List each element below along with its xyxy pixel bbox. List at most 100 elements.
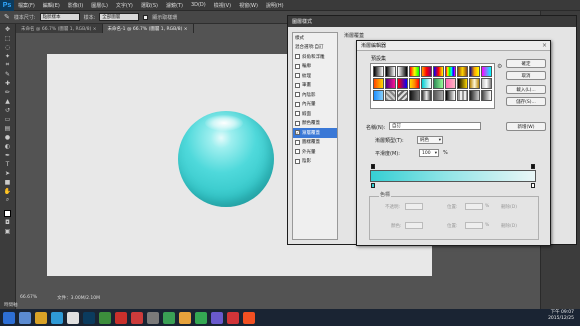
color-stop-left[interactable] bbox=[371, 183, 375, 188]
lasso-tool-icon[interactable]: ◌ bbox=[4, 43, 12, 51]
gradient-preset-swatch[interactable] bbox=[421, 78, 432, 89]
menu-3d[interactable]: 3D(D) bbox=[187, 2, 210, 8]
style-item[interactable]: 顏色覆蓋 bbox=[293, 119, 337, 129]
app-purple-icon[interactable] bbox=[211, 311, 223, 324]
line-icon[interactable] bbox=[195, 311, 207, 324]
gradient-preset-swatch[interactable] bbox=[397, 90, 408, 101]
gradient-preview-bar[interactable] bbox=[370, 170, 536, 182]
gradient-preset-swatch[interactable] bbox=[385, 66, 396, 77]
pen-tool-icon[interactable]: ✒ bbox=[4, 151, 12, 159]
crop-tool-icon[interactable]: ⌗ bbox=[4, 61, 12, 69]
save-button[interactable]: 儲存(S)... bbox=[506, 97, 546, 106]
name-field[interactable]: 自訂 bbox=[389, 122, 481, 130]
style-item-checkbox[interactable] bbox=[295, 63, 300, 69]
menu-view[interactable]: 檢視(V) bbox=[210, 2, 235, 9]
style-item[interactable]: 緞面 bbox=[293, 109, 337, 119]
style-item[interactable]: 斜角和浮雕 bbox=[293, 52, 337, 62]
gradient-preset-swatch[interactable] bbox=[385, 78, 396, 89]
gradient-preset-swatch[interactable] bbox=[397, 78, 408, 89]
style-item[interactable]: ✓ 漸層覆蓋 bbox=[293, 128, 337, 138]
shape-tool-icon[interactable]: ■ bbox=[4, 178, 12, 186]
style-item-checkbox[interactable]: ✓ bbox=[295, 130, 300, 136]
menu-help[interactable]: 說明(H) bbox=[262, 2, 288, 9]
start-icon[interactable] bbox=[3, 311, 15, 324]
zoom-tool-icon[interactable]: ⌕ bbox=[4, 196, 12, 204]
gradient-preset-swatch[interactable] bbox=[373, 66, 384, 77]
office-icon[interactable] bbox=[243, 311, 255, 324]
app-gray-icon[interactable] bbox=[147, 311, 159, 324]
style-item-checkbox[interactable] bbox=[295, 111, 300, 117]
gradient-preset-swatch[interactable] bbox=[409, 66, 420, 77]
marquee-tool-icon[interactable]: ⬚ bbox=[4, 34, 12, 42]
move-tool-icon[interactable]: ✥ bbox=[4, 25, 12, 33]
style-item-checkbox[interactable] bbox=[295, 101, 300, 107]
style-item-checkbox[interactable] bbox=[295, 82, 300, 88]
opacity-stop-left[interactable] bbox=[371, 164, 375, 169]
load-button[interactable]: 載入(L)... bbox=[506, 85, 546, 94]
show-ring-checkbox[interactable] bbox=[143, 14, 149, 20]
menu-file[interactable]: 檔案(F) bbox=[14, 2, 39, 9]
dodge-tool-icon[interactable]: ◐ bbox=[4, 142, 12, 150]
gradient-type-select[interactable]: 純色 ▾ bbox=[417, 136, 443, 144]
app-green-icon[interactable] bbox=[163, 311, 175, 324]
style-item[interactable]: 陰影 bbox=[293, 157, 337, 167]
photoshop-taskbar-icon[interactable] bbox=[83, 311, 95, 324]
new-button[interactable]: 新增(W) bbox=[506, 122, 546, 131]
healing-tool-icon[interactable]: ✚ bbox=[4, 79, 12, 87]
quick-select-tool-icon[interactable]: ✦ bbox=[4, 52, 12, 60]
stamp-tool-icon[interactable]: ▲ bbox=[4, 97, 12, 105]
gradient-preset-swatch[interactable] bbox=[469, 90, 480, 101]
style-item[interactable]: 紋理 bbox=[293, 71, 337, 81]
media-icon[interactable] bbox=[115, 311, 127, 324]
style-item-checkbox[interactable] bbox=[295, 149, 300, 155]
menu-edit[interactable]: 編輯(E) bbox=[39, 2, 64, 9]
gradient-preset-swatch[interactable] bbox=[373, 78, 384, 89]
menu-window[interactable]: 視窗(W) bbox=[235, 2, 262, 9]
app-icon[interactable] bbox=[99, 311, 111, 324]
style-item[interactable]: 混合選項:自訂 bbox=[293, 43, 337, 53]
gradient-preset-swatch[interactable] bbox=[457, 78, 468, 89]
style-item-checkbox[interactable] bbox=[295, 73, 300, 79]
foreground-color-swatch[interactable] bbox=[4, 210, 11, 217]
explorer-icon[interactable] bbox=[19, 311, 31, 324]
color-stop-right[interactable] bbox=[531, 183, 535, 188]
gradient-preset-swatch[interactable] bbox=[433, 66, 444, 77]
gradient-preset-swatch[interactable] bbox=[433, 78, 444, 89]
screen-mode-icon[interactable]: ▣ bbox=[4, 227, 12, 235]
presets-menu-gear-icon[interactable]: ⚙ bbox=[497, 63, 502, 70]
gradient-preset-swatch[interactable] bbox=[373, 90, 384, 101]
style-item-checkbox[interactable] bbox=[295, 120, 300, 126]
gradient-preset-swatch[interactable] bbox=[481, 78, 492, 89]
smoothness-input[interactable]: 100 ▾ bbox=[419, 149, 439, 157]
gradient-preset-swatch[interactable] bbox=[421, 66, 432, 77]
style-item[interactable]: 內陰影 bbox=[293, 90, 337, 100]
eyedropper-tool-icon[interactable]: ✎ bbox=[4, 13, 10, 21]
eyedropper-tool-icon[interactable]: ✎ bbox=[4, 70, 12, 78]
close-icon[interactable]: × bbox=[542, 42, 547, 49]
gradient-preset-swatch[interactable] bbox=[409, 78, 420, 89]
menu-type[interactable]: 文字(Y) bbox=[112, 2, 137, 9]
style-item[interactable]: 樣式 bbox=[293, 33, 337, 43]
style-item[interactable]: 圖樣覆蓋 bbox=[293, 138, 337, 148]
app-red2-icon[interactable] bbox=[227, 311, 239, 324]
gradient-preset-swatch[interactable] bbox=[457, 66, 468, 77]
gradient-preset-swatch[interactable] bbox=[481, 90, 492, 101]
gradient-preset-swatch[interactable] bbox=[445, 90, 456, 101]
style-item[interactable]: 內光暈 bbox=[293, 100, 337, 110]
cancel-button[interactable]: 取消 bbox=[506, 71, 546, 80]
zoom-level[interactable]: 66.67% bbox=[20, 295, 37, 300]
menu-layer[interactable]: 圖層(L) bbox=[87, 2, 112, 9]
style-item[interactable]: 筆畫 bbox=[293, 81, 337, 91]
ie-icon[interactable] bbox=[51, 311, 63, 324]
lock-icon[interactable] bbox=[67, 311, 79, 324]
menu-filter[interactable]: 濾鏡(T) bbox=[162, 2, 187, 9]
style-item[interactable]: 外光暈 bbox=[293, 147, 337, 157]
style-item-checkbox[interactable] bbox=[295, 92, 300, 98]
gradient-preset-swatch[interactable] bbox=[445, 78, 456, 89]
opacity-stop-right[interactable] bbox=[531, 164, 535, 169]
brush-tool-icon[interactable]: ✏ bbox=[4, 88, 12, 96]
style-item-checkbox[interactable] bbox=[295, 54, 300, 60]
menu-image[interactable]: 影像(I) bbox=[64, 2, 87, 9]
style-item[interactable]: 輪廓 bbox=[293, 62, 337, 72]
history-brush-tool-icon[interactable]: ↺ bbox=[4, 106, 12, 114]
